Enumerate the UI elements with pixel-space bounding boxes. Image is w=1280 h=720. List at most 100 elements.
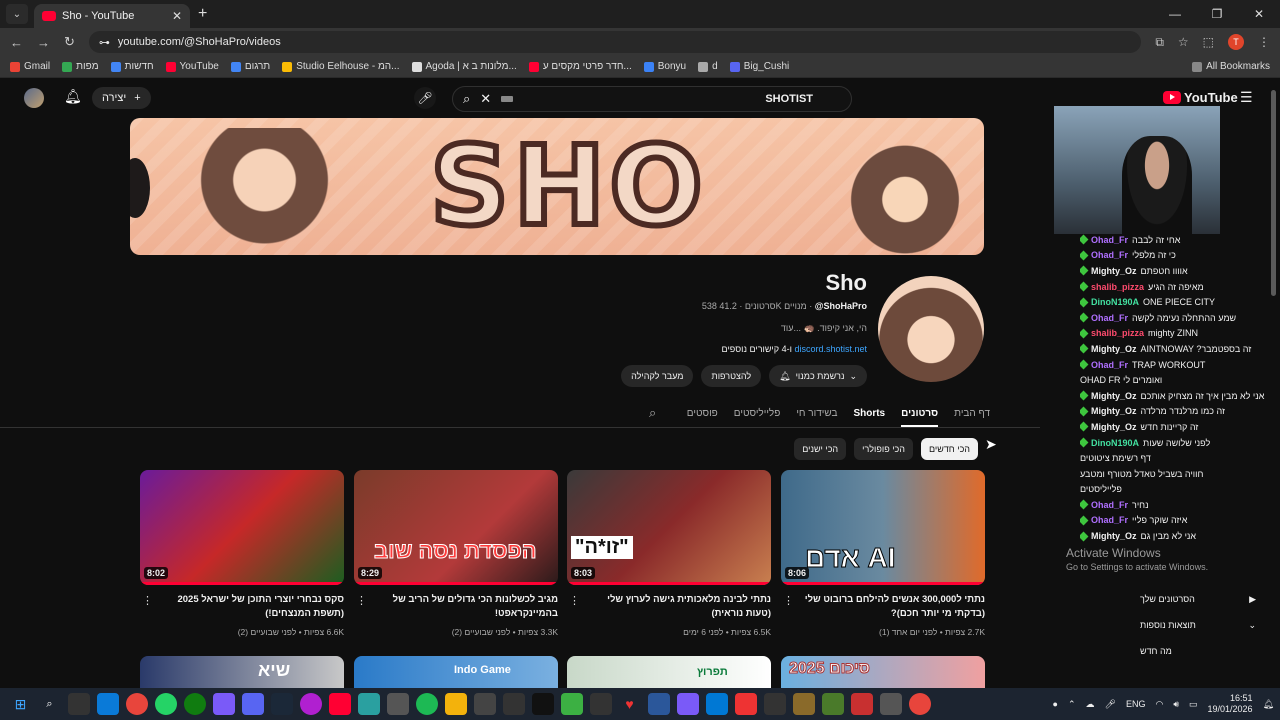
app-icon[interactable] — [299, 693, 322, 715]
capcut-icon[interactable] — [531, 693, 554, 715]
app-icon[interactable] — [850, 693, 873, 715]
back-icon[interactable]: ← — [10, 35, 23, 50]
profile-avatar[interactable]: T — [1228, 34, 1244, 50]
app-icon[interactable] — [879, 693, 902, 715]
menu-hamburger-icon[interactable]: ☰ — [1240, 89, 1253, 106]
maximize-button[interactable]: ❐ — [1196, 7, 1238, 21]
app-icon[interactable] — [734, 693, 757, 715]
notifications-bell-icon[interactable]: 🔔︎ — [64, 88, 82, 105]
discord-icon[interactable] — [241, 693, 264, 715]
video-menu-icon[interactable]: ⋮ — [356, 594, 367, 607]
heart-icon[interactable]: ♥ — [619, 693, 641, 715]
bookmark-item[interactable]: תרגום — [230, 61, 270, 72]
chip-latest[interactable]: הכי חדשים — [920, 438, 978, 460]
bookmark-item[interactable]: d — [698, 61, 718, 72]
word-icon[interactable] — [647, 693, 670, 715]
all-bookmarks[interactable]: All Bookmarks — [1192, 61, 1270, 72]
mic-icon[interactable]: 🎤︎ — [1105, 699, 1116, 710]
wifi-icon[interactable]: ◠ — [1155, 699, 1163, 710]
video-thumbnail[interactable]: סיכום 2025 — [781, 656, 985, 688]
close-tab-icon[interactable]: ✕ — [172, 9, 182, 23]
app-icon[interactable] — [676, 693, 699, 715]
video-thumbnail[interactable]: שיא — [140, 656, 344, 688]
notification-badge-icon[interactable]: ● — [1053, 699, 1058, 709]
install-icon[interactable]: ⧉ — [1155, 35, 1164, 50]
bookmark-item[interactable]: Studio Eelhouse - המ... — [282, 61, 400, 72]
clear-search-icon[interactable]: ✕ — [480, 91, 491, 107]
channel-search-icon[interactable]: ⌕ — [649, 405, 656, 421]
chevron-up-icon[interactable]: ⌃ — [1068, 699, 1076, 710]
sidebar-item-your-videos[interactable]: הסרטונים שלך ▶︎ — [1140, 586, 1260, 612]
address-bar[interactable]: ⊶ youtube.com/@ShoHaPro/videos — [88, 31, 1142, 53]
channel-avatar[interactable] — [878, 276, 984, 382]
bookmark-item[interactable]: Bonyu — [643, 61, 686, 72]
tab-videos[interactable]: סרטונים — [901, 408, 939, 427]
edge-icon[interactable] — [96, 693, 119, 715]
minecraft-icon[interactable] — [560, 693, 583, 715]
video-thumbnail[interactable]: 8:02 — [140, 470, 344, 585]
chip-popular[interactable]: הכי פופולרי — [854, 438, 913, 460]
bookmark-item[interactable]: חדר פרטי מקסים ע... — [528, 61, 632, 72]
forward-icon[interactable]: → — [37, 35, 50, 50]
browser-tab[interactable]: Sho - YouTube ✕ — [34, 4, 190, 28]
video-title[interactable]: סקס נבחרי יוצרי התוכן של ישראל 2025 (תשפ… — [140, 593, 344, 621]
account-avatar[interactable] — [24, 88, 44, 108]
search-icon[interactable]: ⌕ — [463, 91, 470, 107]
app-icon[interactable] — [212, 693, 235, 715]
video-title[interactable]: נתתי ל300,000 אנשים להילחם ברובוט שלי (ב… — [781, 593, 985, 621]
tab-home[interactable]: דף הבית — [954, 408, 990, 419]
tab-shorts[interactable]: Shorts — [853, 408, 885, 419]
obs-icon[interactable] — [502, 693, 525, 715]
bookmark-item[interactable]: Big_Cushi — [729, 61, 789, 72]
search-icon[interactable]: ⌕ — [39, 693, 61, 715]
bookmark-item[interactable]: YouTube — [165, 61, 219, 72]
page-scrollbar[interactable] — [1271, 90, 1276, 296]
youtube-app-icon[interactable] — [328, 693, 351, 715]
volume-icon[interactable]: 🔊︎ — [1173, 699, 1179, 710]
video-thumbnail[interactable]: אדם AI 8:06 — [781, 470, 985, 585]
app-icon[interactable] — [357, 693, 380, 715]
video-card[interactable]: "זו*ה" 8:03 ⋮ נתתי לבינה מלאכותית גישה ל… — [567, 470, 771, 637]
task-view-icon[interactable] — [67, 693, 90, 715]
sidebar-item-more[interactable]: תוצאות נוספות ⌄ — [1140, 612, 1260, 638]
tab-live[interactable]: בשידור חי — [796, 408, 837, 419]
youtube-logo[interactable]: YouTube — [1163, 90, 1238, 105]
bookmark-item[interactable]: Gmail — [10, 61, 50, 72]
video-title[interactable]: נתתי לבינה מלאכותית גישה לערוץ שלי (טעות… — [567, 593, 771, 621]
app-icon[interactable] — [473, 693, 496, 715]
tab-playlists[interactable]: פלייליסטים — [734, 408, 781, 419]
app-icon[interactable] — [792, 693, 815, 715]
close-window-button[interactable]: ✕ — [1238, 7, 1280, 21]
file-explorer-icon[interactable] — [444, 693, 467, 715]
sidebar-item-whats-new[interactable]: מה חדש — [1140, 638, 1260, 664]
video-card[interactable]: אדם AI 8:06 ⋮ נתתי ל300,000 אנשים להילחם… — [781, 470, 985, 637]
create-button[interactable]: יצירה + — [92, 87, 151, 109]
video-card[interactable]: 8:02 ⋮ סקס נבחרי יוצרי התוכן של ישראל 20… — [140, 470, 344, 637]
reload-icon[interactable]: ↻ — [64, 34, 75, 50]
chrome-icon[interactable] — [908, 693, 931, 715]
video-thumbnail[interactable]: הפסדת נסה שוב 8:29 — [354, 470, 558, 585]
start-windows-icon[interactable]: ⊞ — [10, 693, 32, 715]
subscribed-button[interactable]: 🔔︎ נרשמת כמנוי ⌄ — [769, 365, 867, 387]
spotify-icon[interactable] — [415, 693, 438, 715]
video-menu-icon[interactable]: ⋮ — [569, 594, 580, 607]
site-info-icon[interactable]: ⊶ — [99, 36, 110, 49]
video-thumbnail[interactable]: תפרוץ — [567, 656, 771, 688]
app-icon[interactable] — [386, 693, 409, 715]
video-thumbnail[interactable]: Indo Game — [354, 656, 558, 688]
bookmark-star-icon[interactable]: ☆ — [1178, 35, 1189, 49]
join-button[interactable]: להצטרפות — [701, 365, 762, 387]
voice-search-icon[interactable]: 🎤︎ — [414, 87, 436, 109]
app-icon[interactable] — [589, 693, 612, 715]
cloud-icon[interactable]: ☁ — [1086, 699, 1095, 710]
channel-description[interactable]: הי, אני קיפוד. 🦔 ...עוד — [781, 323, 867, 334]
app-icon[interactable] — [821, 693, 844, 715]
minimize-button[interactable]: — — [1154, 7, 1196, 21]
video-menu-icon[interactable]: ⋮ — [142, 594, 153, 607]
video-thumbnail[interactable]: "זו*ה" 8:03 — [567, 470, 771, 585]
language-indicator[interactable]: ENG — [1126, 699, 1146, 709]
notifications-icon[interactable]: 🔔︎ — [1263, 699, 1274, 710]
epic-games-icon[interactable] — [763, 693, 786, 715]
bookmark-item[interactable]: Agoda | מלונות ב א... — [411, 61, 517, 72]
keyboard-icon[interactable] — [501, 96, 514, 102]
